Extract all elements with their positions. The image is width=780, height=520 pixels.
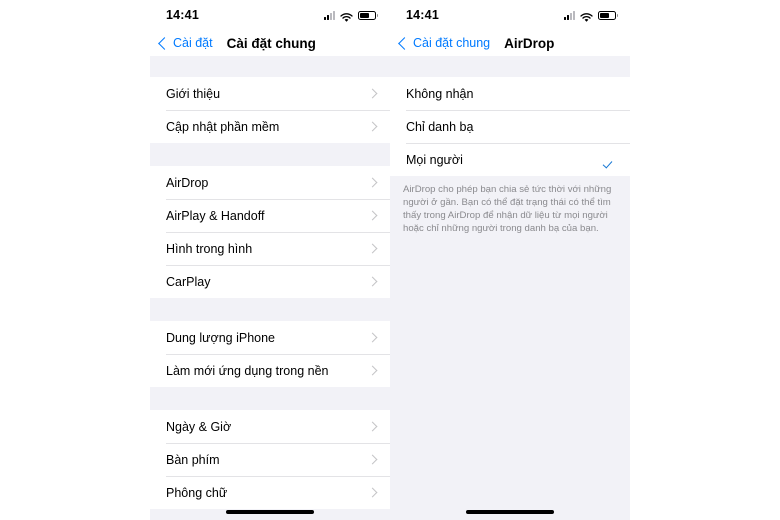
- settings-group-3: Dung lượng iPhone Làm mới ứng dụng trong…: [150, 321, 390, 387]
- airdrop-description: AirDrop cho phép bạn chia sẻ tức thời vớ…: [390, 176, 630, 245]
- chevron-right-icon: [367, 243, 378, 254]
- right-margin: [630, 0, 780, 520]
- settings-row-phong-chu[interactable]: Phông chữ: [150, 476, 390, 509]
- airdrop-options-list: Không nhận Chỉ danh bạ Mọi người AirDrop…: [390, 56, 630, 495]
- phone-screen-general-settings: 14:41 Cài đặt Cài đặt chung Giới thiệu C…: [150, 0, 390, 520]
- settings-list: Giới thiệu Cập nhật phần mềm AirDrop Air…: [150, 56, 390, 520]
- row-label: Làm mới ứng dụng trong nền: [166, 363, 329, 378]
- chevron-right-icon: [367, 276, 378, 287]
- row-label: Giới thiệu: [166, 86, 221, 101]
- section-gap-3: [150, 387, 390, 410]
- home-indicator[interactable]: [226, 510, 314, 514]
- page-title: AirDrop: [504, 35, 555, 51]
- settings-row-lam-moi-ung-dung-trong-nen[interactable]: Làm mới ứng dụng trong nền: [150, 354, 390, 387]
- chevron-right-icon: [367, 88, 378, 99]
- settings-row-hinh-trong-hinh[interactable]: Hình trong hình: [150, 232, 390, 265]
- chevron-left-icon: [398, 36, 411, 50]
- battery-icon: [598, 10, 618, 20]
- navigation-bar: Cài đặt chung AirDrop: [390, 30, 630, 56]
- airdrop-option-chi-danh-ba[interactable]: Chỉ danh bạ: [390, 110, 630, 143]
- status-icons: [324, 10, 378, 22]
- airdrop-option-khong-nhan[interactable]: Không nhận: [390, 77, 630, 110]
- row-label: Chỉ danh bạ: [406, 119, 474, 134]
- row-label: Phông chữ: [166, 485, 228, 500]
- settings-row-airplay-handoff[interactable]: AirPlay & Handoff: [150, 199, 390, 232]
- section-gap-1: [150, 143, 390, 166]
- row-label: Dung lượng iPhone: [166, 330, 275, 345]
- back-button[interactable]: Cài đặt: [158, 36, 213, 50]
- settings-row-carplay[interactable]: CarPlay: [150, 265, 390, 298]
- battery-icon: [358, 10, 378, 20]
- back-button-label: Cài đặt chung: [413, 36, 491, 50]
- settings-group-2: AirDrop AirPlay & Handoff Hình trong hìn…: [150, 166, 390, 298]
- row-label: Mọi người: [406, 152, 463, 167]
- section-gap-top: [390, 56, 630, 77]
- chevron-right-icon: [367, 487, 378, 498]
- home-indicator[interactable]: [466, 510, 554, 514]
- settings-row-cap-nhat-phan-mem[interactable]: Cập nhật phần mềm: [150, 110, 390, 143]
- airdrop-options-group: Không nhận Chỉ danh bạ Mọi người: [390, 77, 630, 176]
- chevron-right-icon: [367, 210, 378, 221]
- chevron-right-icon: [367, 454, 378, 465]
- status-bar: 14:41: [150, 0, 390, 30]
- page-title: Cài đặt chung: [226, 35, 316, 51]
- settings-row-airdrop[interactable]: AirDrop: [150, 166, 390, 199]
- status-bar: 14:41: [390, 0, 630, 30]
- cellular-signal-icon: [564, 10, 575, 20]
- row-label: Không nhận: [406, 86, 474, 101]
- row-label: AirPlay & Handoff: [166, 208, 265, 223]
- navigation-bar: Cài đặt Cài đặt chung: [150, 30, 390, 56]
- cellular-signal-icon: [324, 10, 335, 20]
- airdrop-option-moi-nguoi[interactable]: Mọi người: [390, 143, 630, 176]
- back-button[interactable]: Cài đặt chung: [398, 36, 491, 50]
- row-label: Ngày & Giờ: [166, 419, 232, 434]
- phone-screen-airdrop-settings: 14:41 Cài đặt chung AirDrop Không nhận C…: [390, 0, 630, 520]
- row-label: Hình trong hình: [166, 241, 253, 256]
- list-bottom-filler: [390, 245, 630, 495]
- checkmark-icon: [604, 154, 616, 166]
- wifi-icon: [340, 10, 353, 22]
- status-time: 14:41: [406, 8, 439, 22]
- settings-row-ban-phim[interactable]: Bàn phím: [150, 443, 390, 476]
- back-button-label: Cài đặt: [173, 36, 213, 50]
- chevron-left-icon: [158, 36, 171, 50]
- row-label: CarPlay: [166, 274, 211, 289]
- chevron-right-icon: [367, 365, 378, 376]
- home-indicator-area: [150, 510, 390, 514]
- row-label: AirDrop: [166, 175, 209, 190]
- row-label: Bàn phím: [166, 452, 220, 467]
- chevron-right-icon: [367, 177, 378, 188]
- left-margin: [0, 0, 150, 520]
- settings-row-dung-luong-iphone[interactable]: Dung lượng iPhone: [150, 321, 390, 354]
- dual-phone-screenshot: 14:41 Cài đặt Cài đặt chung Giới thiệu C…: [0, 0, 780, 520]
- settings-row-ngay-gio[interactable]: Ngày & Giờ: [150, 410, 390, 443]
- chevron-right-icon: [367, 332, 378, 343]
- home-indicator-area: [390, 510, 630, 514]
- chevron-right-icon: [367, 121, 378, 132]
- status-icons: [564, 10, 618, 22]
- settings-row-gioi-thieu[interactable]: Giới thiệu: [150, 77, 390, 110]
- chevron-right-icon: [367, 421, 378, 432]
- row-label: Cập nhật phần mềm: [166, 119, 280, 134]
- status-time: 14:41: [166, 8, 199, 22]
- wifi-icon: [580, 10, 593, 22]
- section-gap-top: [150, 56, 390, 77]
- settings-group-4: Ngày & Giờ Bàn phím Phông chữ: [150, 410, 390, 509]
- settings-group-1: Giới thiệu Cập nhật phần mềm: [150, 77, 390, 143]
- section-gap-2: [150, 298, 390, 321]
